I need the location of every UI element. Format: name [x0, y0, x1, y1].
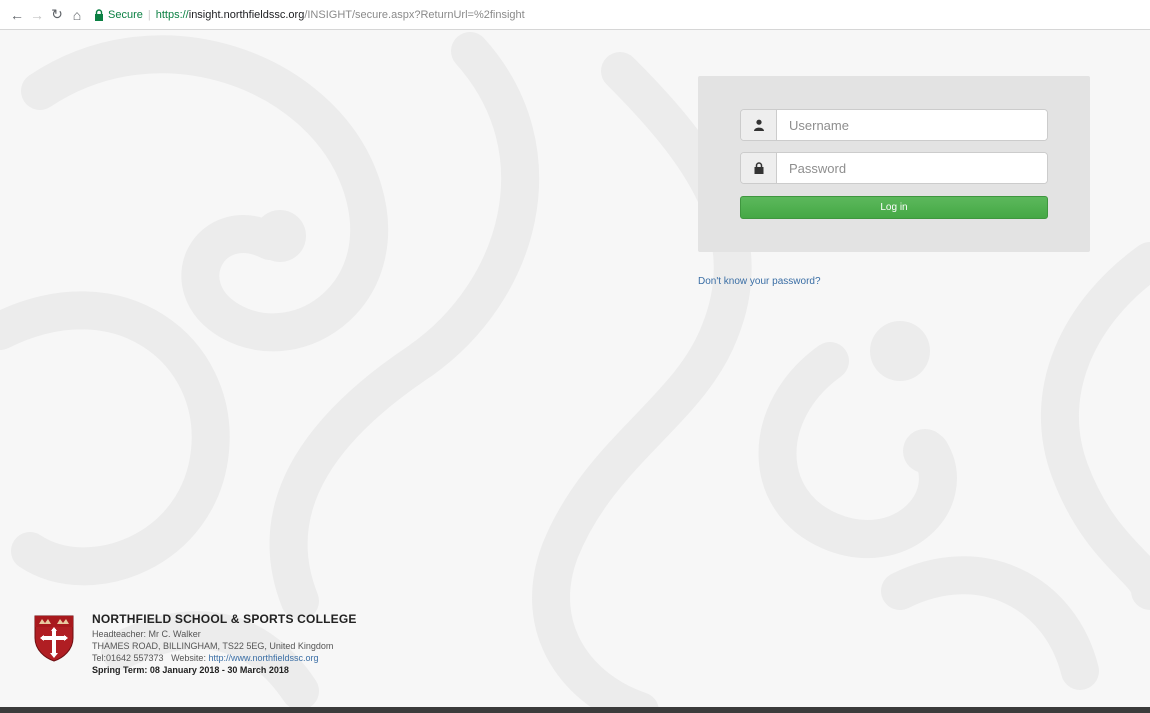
secure-label: Secure — [108, 8, 143, 21]
bottom-bar — [0, 707, 1150, 713]
username-group — [740, 109, 1048, 141]
lock-icon — [741, 153, 777, 183]
forward-icon[interactable]: → — [28, 6, 46, 24]
headteacher-text: Headteacher: Mr C. Walker — [92, 629, 201, 639]
school-info: NORTHFIELD SCHOOL & SPORTS COLLEGE Headt… — [92, 613, 357, 676]
home-icon[interactable]: ⌂ — [68, 6, 86, 24]
login-panel: Log in — [698, 76, 1090, 252]
username-input[interactable] — [777, 110, 1047, 140]
school-crest-logo — [34, 615, 74, 662]
reload-icon[interactable]: ↻ — [48, 6, 66, 24]
website-link[interactable]: http://www.northfieldssc.org — [208, 653, 318, 663]
contact-line: Tel:01642 557373 Website: http://www.nor… — [92, 652, 357, 664]
tel-text: Tel:01642 557373 — [92, 653, 164, 663]
back-icon[interactable]: ← — [8, 6, 26, 24]
address-separator: | — [147, 8, 151, 21]
url-host: insight.northfieldssc.org — [188, 8, 305, 21]
url-scheme: https:// — [155, 8, 189, 21]
browser-toolbar: ← → ↻ ⌂ Secure | https:// insight.northf… — [0, 0, 1150, 30]
forgot-password-link[interactable]: Don't know your password? — [698, 276, 821, 287]
lock-icon — [95, 8, 103, 21]
address-text: THAMES ROAD, BILLINGHAM, TS22 5EG, Unite… — [92, 641, 334, 651]
url-path: /INSIGHT/secure.aspx?ReturnUrl=%2finsigh… — [304, 8, 525, 21]
login-button[interactable]: Log in — [740, 196, 1048, 219]
password-input[interactable] — [777, 153, 1047, 183]
password-group — [740, 152, 1048, 184]
address-bar[interactable]: Secure | https:// insight.northfieldssc.… — [94, 9, 525, 21]
user-icon — [741, 110, 777, 140]
term-dates: Spring Term: 08 January 2018 - 30 March … — [92, 665, 289, 675]
school-name: NORTHFIELD SCHOOL & SPORTS COLLEGE — [92, 612, 357, 626]
website-prefix: Website: — [171, 653, 206, 663]
